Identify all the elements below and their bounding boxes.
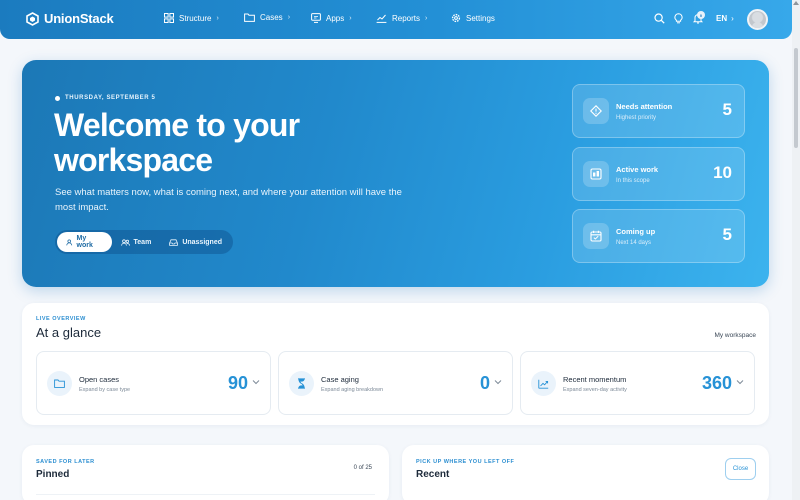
stat-value: 5 xyxy=(722,100,732,119)
stat-needs-attention[interactable]: Needs attention Highest priority 5 xyxy=(572,84,745,138)
tab-my-work[interactable]: My work xyxy=(57,232,112,252)
nav-reports[interactable]: Reports › xyxy=(376,13,427,23)
language-selector[interactable]: EN › xyxy=(716,14,734,23)
folder-icon xyxy=(244,13,255,22)
card-subtitle: Expand seven-day activity xyxy=(563,387,627,393)
card-title: Case aging xyxy=(321,375,359,384)
card-subtitle: Expand by case type xyxy=(79,387,131,393)
user-icon xyxy=(66,239,73,245)
hero-subtitle: See what matters now, what is coming nex… xyxy=(55,187,402,213)
hourglass-icon xyxy=(289,371,314,396)
pinned-eyebrow: SAVED FOR LATER xyxy=(36,459,95,465)
reports-icon xyxy=(376,14,387,23)
card-subtitle: Expand aging breakdown xyxy=(321,387,384,393)
top-navbar: UnionStack Structure › Cases › Apps › Re… xyxy=(0,0,792,39)
chevron-down-icon[interactable] xyxy=(252,379,260,385)
stat-value: 5 xyxy=(722,225,732,244)
open-cases-card[interactable]: Open cases Expand by case type 90 xyxy=(36,351,271,415)
tab-team-label: Team xyxy=(133,238,152,246)
card-value: 0 xyxy=(479,373,490,393)
hero-date: THURSDAY, SEPTEMBER 5 xyxy=(55,95,155,101)
hexagon-logo-icon xyxy=(26,11,39,26)
trend-icon xyxy=(531,371,556,396)
scrollbar-thumb[interactable] xyxy=(794,48,798,148)
close-button[interactable]: Close xyxy=(725,458,756,480)
chevron-down-icon[interactable] xyxy=(494,379,502,385)
welcome-hero: THURSDAY, SEPTEMBER 5 Welcome to your wo… xyxy=(22,60,769,287)
notification-badge: 0 xyxy=(697,11,705,19)
pinned-title: Pinned xyxy=(36,469,70,480)
search-icon[interactable] xyxy=(654,13,665,24)
stat-title: Active work xyxy=(616,165,659,174)
chevron-right-icon: › xyxy=(349,14,352,22)
scroll-up-arrow-icon[interactable] xyxy=(793,1,799,5)
divider xyxy=(36,494,375,495)
nav-cases[interactable]: Cases › xyxy=(244,13,290,22)
card-value: 360 xyxy=(701,373,732,393)
nav-structure[interactable]: Structure › xyxy=(164,13,219,23)
stat-active-work[interactable]: Active work In this scope 10 xyxy=(572,147,745,201)
hero-date-text: THURSDAY, SEPTEMBER 5 xyxy=(65,95,156,101)
stat-coming-up[interactable]: Coming up Next 14 days 5 xyxy=(572,209,745,263)
tab-unassigned[interactable]: Unassigned xyxy=(160,232,231,252)
chevron-down-icon[interactable] xyxy=(736,379,744,385)
folder-icon xyxy=(47,371,72,396)
dot-icon xyxy=(55,95,60,101)
card-title: Open cases xyxy=(79,375,120,384)
overview-scope-link[interactable]: My workspace xyxy=(714,332,756,339)
nav-reports-label: Reports xyxy=(392,13,421,23)
card-value: 90 xyxy=(227,373,248,393)
nav-cases-label: Cases xyxy=(260,13,283,22)
gear-icon xyxy=(451,13,461,23)
brand-logo[interactable]: UnionStack xyxy=(26,11,114,26)
users-icon xyxy=(120,238,130,246)
stat-subtitle: Next 14 days xyxy=(616,240,652,246)
grid-icon xyxy=(164,13,174,23)
chevron-right-icon: › xyxy=(731,14,734,23)
nav-apps[interactable]: Apps › xyxy=(311,13,352,23)
nav-settings[interactable]: Settings xyxy=(451,13,495,23)
recent-momentum-card[interactable]: Recent momentum Expand seven-day activit… xyxy=(520,351,755,415)
alert-diamond-icon xyxy=(583,98,609,124)
stat-subtitle: Highest priority xyxy=(616,115,657,121)
apps-icon xyxy=(311,13,321,23)
calendar-icon xyxy=(583,223,609,249)
hero-title: Welcome to your workspace xyxy=(54,107,300,178)
stat-title: Coming up xyxy=(616,227,656,236)
scope-tabs: My work Team Unassigned xyxy=(55,230,233,254)
recent-panel: PICK UP WHERE YOU LEFT OFF Recent Close xyxy=(402,445,769,500)
stat-title: Needs attention xyxy=(616,102,673,111)
recent-title: Recent xyxy=(416,469,450,480)
nav-structure-label: Structure xyxy=(179,13,212,23)
tab-team[interactable]: Team xyxy=(112,232,161,252)
tab-my-work-label: My work xyxy=(76,235,93,249)
chevron-right-icon: › xyxy=(425,14,428,22)
language-label: EN xyxy=(716,14,728,23)
stat-subtitle: In this scope xyxy=(616,178,650,184)
overview-title: At a glance xyxy=(36,325,102,340)
brand-name: UnionStack xyxy=(44,11,114,26)
overview-eyebrow: LIVE OVERVIEW xyxy=(36,316,86,322)
chevron-right-icon: › xyxy=(216,14,219,22)
card-title: Recent momentum xyxy=(563,375,627,384)
board-icon xyxy=(583,161,609,187)
at-a-glance-panel: LIVE OVERVIEW At a glance My workspace O… xyxy=(22,303,769,425)
inbox-icon xyxy=(169,238,179,246)
recent-eyebrow: PICK UP WHERE YOU LEFT OFF xyxy=(416,459,515,465)
user-avatar[interactable] xyxy=(747,9,768,30)
nav-apps-label: Apps xyxy=(326,13,345,23)
nav-settings-label: Settings xyxy=(466,13,495,23)
tab-unassigned-label: Unassigned xyxy=(182,238,222,246)
case-aging-card[interactable]: Case aging Expand aging breakdown 0 xyxy=(278,351,513,415)
page-scrollbar[interactable] xyxy=(792,0,800,500)
lightbulb-icon[interactable] xyxy=(674,13,683,24)
chevron-right-icon: › xyxy=(287,14,291,21)
stat-value: 10 xyxy=(713,163,732,182)
pinned-panel: SAVED FOR LATER Pinned 0 of 25 xyxy=(22,445,389,500)
pinned-count: 0 of 25 xyxy=(353,465,372,471)
